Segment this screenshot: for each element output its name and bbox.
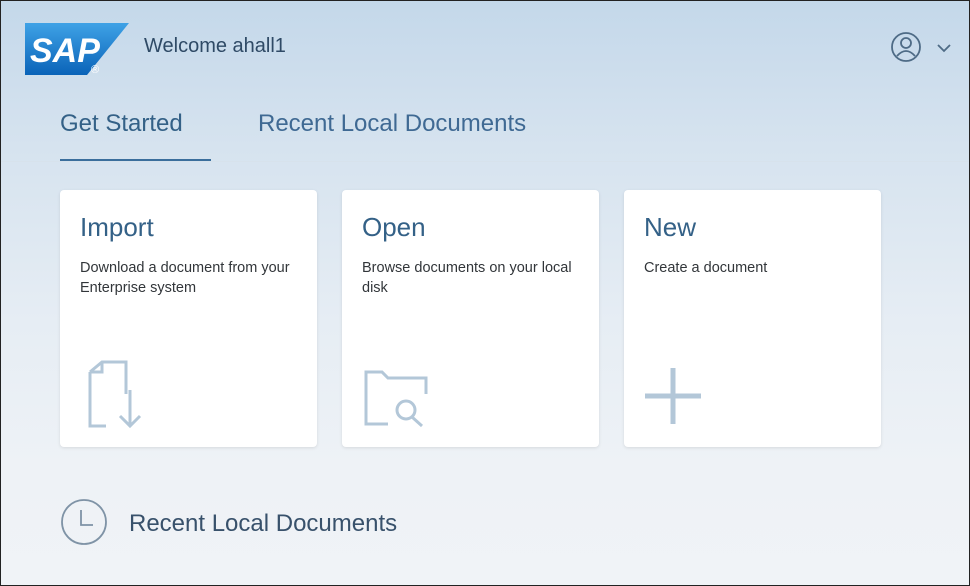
tile-title: New [644, 212, 697, 242]
import-tile[interactable]: Import Download a document from your Ent… [60, 190, 317, 447]
user-menu-button[interactable] [889, 31, 961, 67]
chevron-down-icon [937, 40, 951, 58]
document-download-icon [80, 360, 150, 435]
brand-text: SAP [30, 32, 100, 70]
open-tile[interactable]: Open Browse documents on your local disk [342, 190, 599, 447]
welcome-message: Welcome ahall1 [144, 35, 286, 57]
tile-description: Download a document from your Enterprise… [80, 260, 290, 296]
recent-documents-section: Recent Local Documents [59, 497, 398, 552]
app-window: SAP ® Welcome ahall1 Get Started Recent … [0, 0, 970, 586]
recent-documents-heading: Recent Local Documents [129, 510, 398, 537]
tile-description: Browse documents on your local disk [362, 260, 572, 296]
tab-recent-local-documents[interactable]: Recent Local Documents [258, 110, 526, 138]
tab-divider [1, 161, 969, 162]
tab-bar: Get Started Recent Local Documents [1, 93, 969, 163]
sap-logo: SAP ® [25, 23, 129, 76]
tab-get-started[interactable]: Get Started [60, 110, 183, 138]
tile-description: Create a document [644, 260, 768, 276]
tile-title: Import [80, 212, 154, 242]
folder-search-icon [362, 360, 432, 435]
user-avatar-icon [889, 30, 923, 69]
svg-text:®: ® [91, 64, 99, 75]
shell-header: SAP ® Welcome ahall1 [1, 1, 969, 93]
add-icon [644, 360, 714, 435]
tile-title: Open [362, 212, 426, 242]
new-tile[interactable]: New Create a document [624, 190, 881, 447]
clock-icon [59, 497, 109, 552]
